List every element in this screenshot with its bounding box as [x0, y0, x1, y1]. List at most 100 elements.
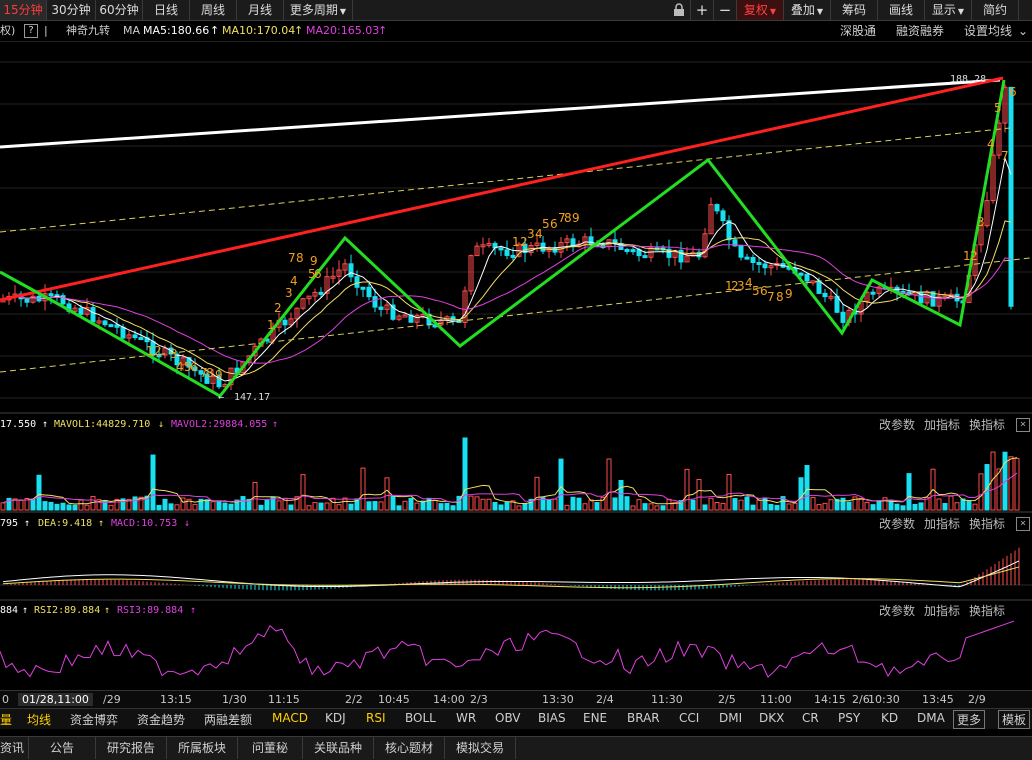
switch-indicator-link[interactable]: 换指标: [969, 516, 1005, 532]
overlay-dropdown[interactable]: 叠加 ▼: [784, 0, 831, 20]
more-periods-dropdown[interactable]: 更多周期 ▼: [284, 0, 353, 20]
td-count: 5: [752, 284, 760, 298]
tab-news[interactable]: 资讯: [0, 737, 29, 759]
volume-bar: [372, 501, 378, 511]
shenzhen-connect-link[interactable]: 深股通: [840, 21, 876, 41]
edit-params-link[interactable]: 改参数: [879, 417, 915, 433]
set-ma-link[interactable]: 设置均线: [964, 21, 1012, 41]
volume-bar: [468, 495, 474, 511]
template-button[interactable]: 模板: [998, 710, 1031, 729]
volume-bar: [810, 496, 816, 511]
zoom-out-icon[interactable]: −: [714, 0, 737, 20]
candle-body: [624, 248, 630, 252]
zoom-in-icon[interactable]: +: [691, 0, 714, 20]
period-day[interactable]: 日线: [143, 0, 190, 20]
volume-bar: [900, 505, 906, 511]
period-week[interactable]: 周线: [190, 0, 237, 20]
td-count: 1: [512, 235, 520, 249]
help-icon[interactable]: ?: [24, 24, 38, 38]
tab-macd[interactable]: MACD: [272, 711, 308, 725]
draw-line-button[interactable]: 画线: [878, 0, 925, 20]
tab-ene[interactable]: ENE: [583, 711, 607, 725]
period-60min[interactable]: 60分钟: [96, 0, 143, 20]
add-indicator-link[interactable]: 加指标: [924, 417, 960, 433]
tab-ask-secretary[interactable]: 问董秘: [238, 737, 303, 759]
tab-psy[interactable]: PSY: [838, 711, 860, 725]
volume-bar: [918, 502, 924, 511]
volume-bar: [84, 504, 90, 511]
volume-bar: [636, 499, 642, 511]
candle-body: [630, 249, 636, 253]
tab-cci[interactable]: CCI: [679, 711, 699, 725]
date-tick: 11:00: [760, 693, 792, 706]
tab-cr[interactable]: CR: [802, 711, 819, 725]
tab-wr[interactable]: WR: [456, 711, 476, 725]
candle-body: [510, 254, 516, 258]
tab-kdj[interactable]: KDJ: [325, 711, 346, 725]
display-label: 显示: [931, 3, 956, 17]
candle-body: [720, 210, 726, 222]
candle-body: [108, 324, 114, 328]
date-tick: 14:00: [433, 693, 465, 706]
volume-bar: [972, 503, 978, 511]
close-icon[interactable]: ×: [1016, 517, 1030, 531]
close-icon[interactable]: ×: [1016, 418, 1030, 432]
ma5-value: MA5:180.66: [143, 24, 210, 37]
volume-bar: [258, 504, 264, 511]
tab-fund-trend[interactable]: 资金趋势: [137, 711, 185, 728]
volume-bar: [1014, 457, 1020, 511]
tab-announcements[interactable]: 公告: [29, 737, 96, 759]
edit-params-link[interactable]: 改参数: [879, 516, 915, 532]
tab-kd[interactable]: KD: [881, 711, 898, 725]
tab-volume[interactable]: 量: [0, 711, 12, 728]
tab-dmi[interactable]: DMI: [719, 711, 742, 725]
tab-obv[interactable]: OBV: [495, 711, 521, 725]
edit-params-link[interactable]: 改参数: [879, 603, 915, 619]
add-indicator-link[interactable]: 加指标: [924, 603, 960, 619]
tab-research-reports[interactable]: 研究报告: [96, 737, 167, 759]
stock-chart[interactable]: 188.28 ← 147.17 1234 567 8 91 2 34 56 78 91 23 45 6…: [0, 42, 1032, 692]
tab-dma[interactable]: DMA: [917, 711, 945, 725]
period-month[interactable]: 月线: [237, 0, 284, 20]
tab-simulated-trading[interactable]: 模拟交易: [445, 737, 516, 759]
volume-bar: [642, 503, 648, 511]
rsi1-value: 884: [0, 605, 19, 616]
margin-trading-link[interactable]: 融资融券: [896, 21, 944, 41]
adjust-price-dropdown[interactable]: 复权 ▼: [737, 0, 784, 20]
tab-bias[interactable]: BIAS: [538, 711, 566, 725]
tab-brar[interactable]: BRAR: [627, 711, 660, 725]
arrow-up-icon: ↑: [210, 24, 220, 37]
chips-button[interactable]: 筹码: [831, 0, 878, 20]
period-15min[interactable]: 15分钟: [0, 0, 47, 20]
tab-ma[interactable]: 均线: [27, 711, 51, 728]
simple-mode-button[interactable]: 简约: [972, 0, 1019, 20]
tab-margin-diff[interactable]: 两融差额: [204, 711, 252, 728]
chevron-down-icon[interactable]: ⌄: [1018, 21, 1028, 41]
period-30min[interactable]: 30分钟: [47, 0, 96, 20]
tab-boll[interactable]: BOLL: [405, 711, 436, 725]
add-indicator-link[interactable]: 加指标: [924, 516, 960, 532]
tab-related-products[interactable]: 关联品种: [303, 737, 374, 759]
tab-core-themes[interactable]: 核心题材: [374, 737, 445, 759]
crosshair-date-label: 01/28,11:00: [18, 693, 93, 706]
tab-fund-game[interactable]: 资金博弈: [70, 711, 118, 728]
more-indicators-button[interactable]: 更多: [953, 710, 986, 729]
lock-icon[interactable]: [668, 0, 691, 20]
date-tick: 11:30: [651, 693, 683, 706]
volume-bar: [720, 502, 726, 511]
candle-body: [588, 236, 594, 246]
switch-indicator-link[interactable]: 换指标: [969, 417, 1005, 433]
tab-dkx[interactable]: DKX: [759, 711, 784, 725]
tab-rsi[interactable]: RSI: [366, 711, 386, 725]
indicator-name[interactable]: 神奇九转: [66, 21, 110, 41]
volume-bar: [402, 500, 408, 511]
arrow-up-icon: ↑: [98, 518, 105, 529]
arrow-up-icon: ↑: [272, 419, 279, 430]
rsi3-value: RSI3:89.884: [117, 605, 184, 616]
switch-indicator-link[interactable]: 换指标: [969, 603, 1005, 619]
volume-bar: [156, 504, 162, 511]
display-dropdown[interactable]: 显示 ▼: [925, 0, 972, 20]
tab-sectors[interactable]: 所属板块: [167, 737, 238, 759]
volume-bar: [492, 502, 498, 511]
volume-bar: [360, 467, 366, 511]
